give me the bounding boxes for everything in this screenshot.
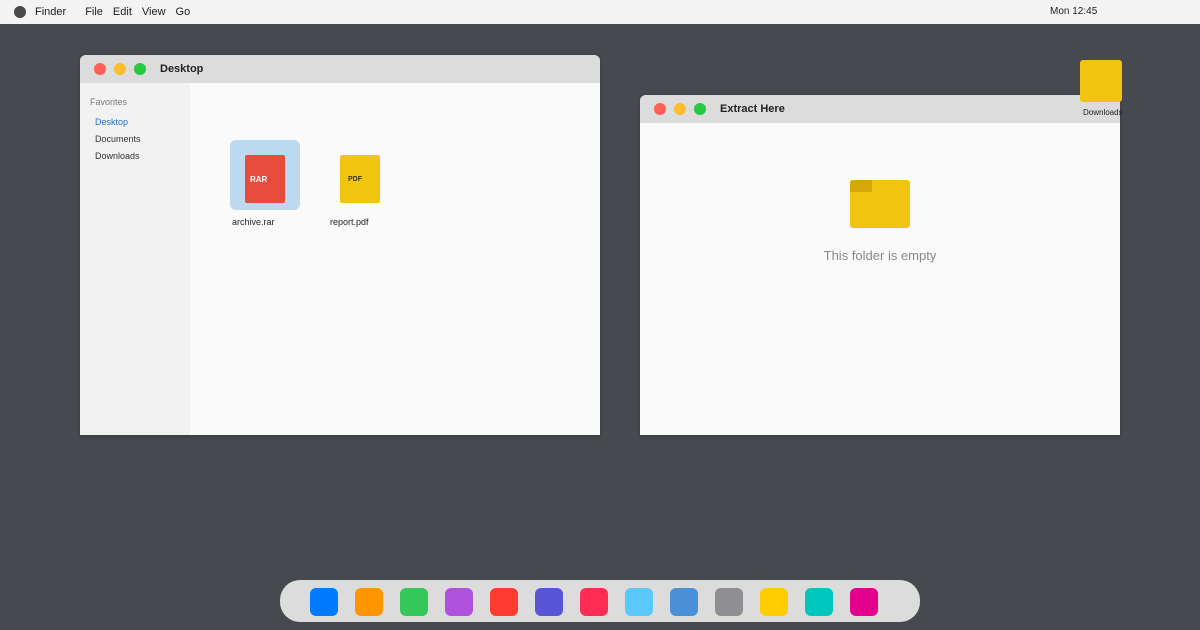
menu-go[interactable]: Go — [176, 6, 191, 18]
app-icon-orange[interactable] — [355, 588, 383, 616]
app-icon-teal[interactable] — [805, 588, 833, 616]
minimize-button[interactable] — [674, 103, 686, 115]
window-title: Extract Here — [720, 103, 785, 115]
dock — [280, 580, 920, 622]
apple-menu-icon[interactable] — [14, 6, 26, 18]
extract-window: Extract Here This folder is empty — [640, 95, 1120, 435]
window-titlebar[interactable]: Extract Here — [640, 95, 1120, 123]
downloads-folder-label[interactable]: Downloads — [1083, 108, 1123, 117]
file-browser-content: RAR archive.rar PDF report.pdf — [190, 83, 600, 435]
app-icon-steelblue[interactable] — [670, 588, 698, 616]
menu-clock: Mon 12:45 — [1050, 6, 1098, 17]
file-item-report[interactable]: PDF — [325, 140, 395, 210]
sidebar-item-downloads[interactable]: Downloads — [95, 151, 140, 161]
close-button[interactable] — [94, 63, 106, 75]
app-icon-gray[interactable] — [715, 588, 743, 616]
menu-view[interactable]: View — [142, 6, 166, 18]
pdf-file-icon: PDF — [340, 155, 380, 203]
pdf-badge: PDF — [348, 175, 362, 183]
maximize-button[interactable] — [694, 103, 706, 115]
window-titlebar[interactable]: Desktop — [80, 55, 600, 83]
file-label-archive: archive.rar — [232, 217, 275, 227]
menu-edit[interactable]: Edit — [113, 6, 132, 18]
app-icon-lightblue[interactable] — [625, 588, 653, 616]
desktop-window: Desktop Favorites Desktop Documents Down… — [80, 55, 600, 435]
sidebar-heading: Favorites — [90, 97, 128, 107]
window-title: Desktop — [160, 63, 204, 75]
empty-folder-message: This folder is empty — [823, 248, 937, 263]
folder-tab — [850, 180, 872, 192]
minimize-button[interactable] — [114, 63, 126, 75]
file-item-archive[interactable]: RAR — [230, 140, 300, 210]
app-icon-blue[interactable] — [310, 588, 338, 616]
app-icon-indigo[interactable] — [535, 588, 563, 616]
rar-file-icon: RAR — [245, 155, 285, 203]
app-icon-magenta[interactable] — [850, 588, 878, 616]
maximize-button[interactable] — [134, 63, 146, 75]
app-icon-purple[interactable] — [445, 588, 473, 616]
menu-file[interactable]: File — [85, 6, 103, 18]
app-icon-yellow[interactable] — [760, 588, 788, 616]
app-icon-pink[interactable] — [580, 588, 608, 616]
sidebar: Favorites Desktop Documents Downloads — [80, 83, 190, 435]
close-button[interactable] — [654, 103, 666, 115]
downloads-folder-icon[interactable] — [1080, 60, 1122, 102]
menu-bar: Finder File Edit View Go Mon 12:45 — [0, 0, 1200, 24]
app-icon-green[interactable] — [400, 588, 428, 616]
empty-folder-icon — [850, 180, 910, 228]
file-label-report: report.pdf — [330, 217, 369, 227]
app-icon-red[interactable] — [490, 588, 518, 616]
sidebar-item-documents[interactable]: Documents — [95, 134, 141, 144]
menu-app-name[interactable]: Finder — [35, 6, 66, 18]
rar-badge: RAR — [250, 174, 268, 184]
sidebar-item-desktop[interactable]: Desktop — [95, 117, 128, 127]
